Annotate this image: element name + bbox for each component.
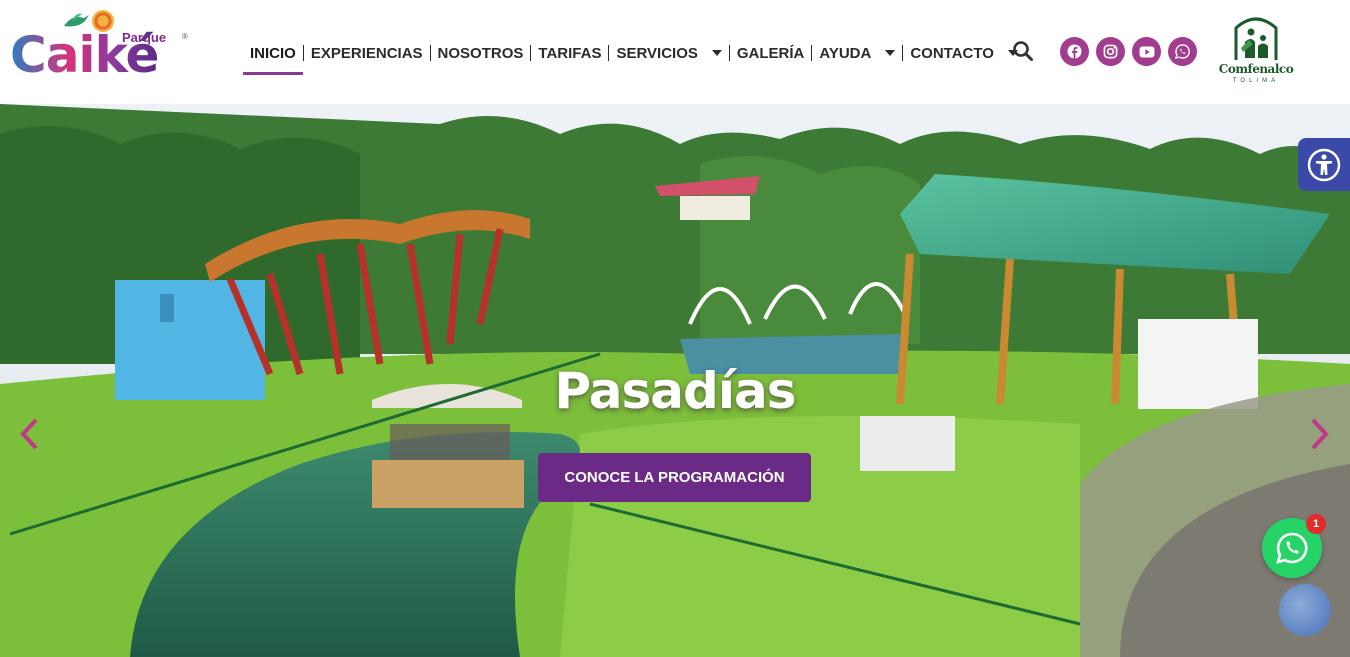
hero-slider: Pasadías CONOCE LA PROGRAMACIÓN bbox=[0, 104, 1350, 657]
social-links bbox=[1060, 37, 1197, 66]
site-header: Parque Caiké ® INICIO EXPERIENCIAS NOSOT… bbox=[0, 0, 1350, 104]
nav-item-contacto[interactable]: CONTACTO bbox=[903, 40, 1025, 66]
nav-item-experiencias[interactable]: EXPERIENCIAS bbox=[304, 40, 430, 66]
nav-item-servicios[interactable]: SERVICIOS bbox=[609, 40, 728, 66]
nav-item-inicio[interactable]: INICIO bbox=[243, 40, 303, 75]
chevron-right-icon bbox=[1311, 418, 1329, 450]
search-icon[interactable] bbox=[1012, 40, 1034, 62]
comfenalco-emblem-icon bbox=[1234, 17, 1278, 60]
main-nav: INICIO EXPERIENCIAS NOSOTROS TARIFAS SER… bbox=[243, 40, 1025, 75]
facebook-icon[interactable] bbox=[1060, 37, 1089, 66]
nav-label: GALERÍA bbox=[736, 44, 805, 62]
carousel-next-arrow[interactable] bbox=[1305, 414, 1335, 454]
nav-item-galeria[interactable]: GALERÍA bbox=[730, 40, 812, 66]
notification-badge: 1 bbox=[1306, 514, 1326, 534]
nav-label: TARIFAS bbox=[538, 44, 602, 62]
programacion-button[interactable]: CONOCE LA PROGRAMACIÓN bbox=[538, 453, 811, 502]
logo-caike-text: Caiké bbox=[10, 26, 159, 84]
accessibility-icon bbox=[1307, 148, 1341, 181]
chevron-down-icon bbox=[885, 50, 896, 56]
comfenalco-logo[interactable]: Comfenalco TOLIMA bbox=[1218, 14, 1294, 90]
registered-mark: ® bbox=[182, 32, 188, 41]
comfenalco-name: Comfenalco bbox=[1218, 62, 1294, 76]
nav-label: NOSOTROS bbox=[437, 44, 524, 62]
caike-logo[interactable]: Parque Caiké ® bbox=[10, 8, 190, 84]
nav-label: AYUDA bbox=[819, 44, 872, 62]
nav-label: INICIO bbox=[250, 44, 296, 62]
chevron-down-icon bbox=[711, 50, 722, 56]
comfenalco-region: TOLIMA bbox=[1232, 78, 1280, 84]
globe-icon[interactable] bbox=[1279, 584, 1331, 636]
accessibility-button[interactable] bbox=[1298, 138, 1350, 191]
nav-label: EXPERIENCIAS bbox=[310, 44, 423, 62]
nav-label: CONTACTO bbox=[910, 44, 994, 62]
nav-item-ayuda[interactable]: AYUDA bbox=[812, 40, 902, 66]
nav-item-tarifas[interactable]: TARIFAS bbox=[531, 40, 608, 66]
instagram-icon[interactable] bbox=[1096, 37, 1125, 66]
youtube-icon[interactable] bbox=[1132, 37, 1161, 66]
hero-title: Pasadías bbox=[554, 362, 797, 420]
nav-label: SERVICIOS bbox=[616, 44, 698, 62]
chevron-left-icon bbox=[20, 418, 38, 450]
whatsapp-icon bbox=[1276, 532, 1308, 564]
nav-item-nosotros[interactable]: NOSOTROS bbox=[431, 40, 531, 66]
whatsapp-icon[interactable] bbox=[1168, 37, 1197, 66]
carousel-prev-arrow[interactable] bbox=[14, 414, 44, 454]
